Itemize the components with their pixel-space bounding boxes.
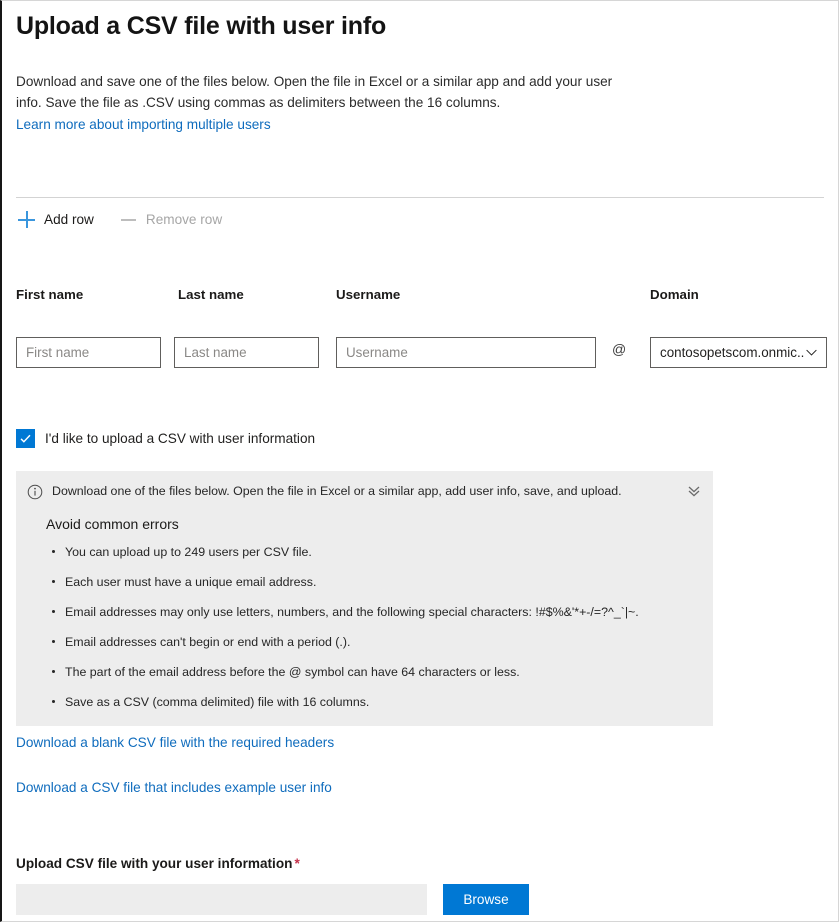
upload-field-label: Upload CSV file with your user informati…: [16, 856, 300, 871]
chevron-down-icon: [806, 349, 817, 356]
username-input[interactable]: [336, 337, 596, 368]
list-item: You can upload up to 249 users per CSV f…: [52, 544, 703, 560]
download-example-csv-link[interactable]: Download a CSV file that includes exampl…: [16, 780, 332, 795]
upload-csv-page: Upload a CSV file with user info Downloa…: [2, 1, 838, 921]
page-title: Upload a CSV file with user info: [16, 12, 387, 40]
csv-upload-checkbox-label: I'd like to upload a CSV with user infor…: [45, 431, 316, 446]
checkmark-icon: [20, 434, 31, 443]
command-bar: Add row Remove row: [16, 209, 224, 230]
info-panel-subtitle: Avoid common errors: [46, 516, 179, 532]
info-panel-bullet-list: You can upload up to 249 users per CSV f…: [27, 544, 703, 710]
csv-upload-checkbox-row[interactable]: I'd like to upload a CSV with user infor…: [16, 429, 315, 448]
remove-row-label: Remove row: [145, 212, 223, 227]
info-panel-header: Download one of the files below. Open th…: [27, 483, 703, 500]
csv-upload-checkbox[interactable]: [16, 429, 35, 448]
field-labels-row: First name Last name Username Domain: [16, 287, 824, 307]
list-item: The part of the email address before the…: [52, 664, 703, 680]
double-chevron-down-icon[interactable]: [685, 483, 703, 499]
plus-icon: [18, 211, 35, 228]
csv-file-path-input[interactable]: [16, 884, 427, 915]
add-row-label: Add row: [44, 212, 94, 227]
remove-row-button[interactable]: Remove row: [118, 209, 224, 230]
label-last-name: Last name: [178, 287, 244, 302]
intro-paragraph: Download and save one of the files below…: [16, 42, 616, 135]
browse-button[interactable]: Browse: [443, 884, 529, 915]
domain-dropdown[interactable]: contosopetscom.onmic...: [650, 337, 827, 368]
info-panel: Download one of the files below. Open th…: [16, 471, 713, 726]
first-name-input[interactable]: [16, 337, 161, 368]
list-item: Each user must have a unique email addre…: [52, 574, 703, 590]
required-asterisk: *: [294, 856, 300, 871]
section-divider: [16, 197, 824, 198]
user-entry-row: @ contosopetscom.onmic...: [16, 337, 827, 368]
list-item: Email addresses may only use letters, nu…: [52, 604, 703, 620]
label-first-name: First name: [16, 287, 84, 302]
intro-text: Download and save one of the files below…: [16, 74, 613, 110]
last-name-input[interactable]: [174, 337, 319, 368]
domain-selected-value: contosopetscom.onmic...: [660, 345, 805, 360]
add-row-button[interactable]: Add row: [16, 209, 96, 230]
upload-field-label-text: Upload CSV file with your user informati…: [16, 856, 293, 871]
list-item: Save as a CSV (comma delimited) file wit…: [52, 694, 703, 710]
at-symbol: @: [612, 341, 627, 357]
info-circle-icon: [27, 484, 43, 500]
download-blank-csv-link[interactable]: Download a blank CSV file with the requi…: [16, 735, 334, 750]
label-username: Username: [336, 287, 401, 302]
label-domain: Domain: [650, 287, 699, 302]
info-panel-message: Download one of the files below. Open th…: [52, 484, 622, 498]
learn-more-link[interactable]: Learn more about importing multiple user…: [16, 114, 271, 135]
minus-icon: [120, 211, 137, 228]
list-item: Email addresses can't begin or end with …: [52, 634, 703, 650]
